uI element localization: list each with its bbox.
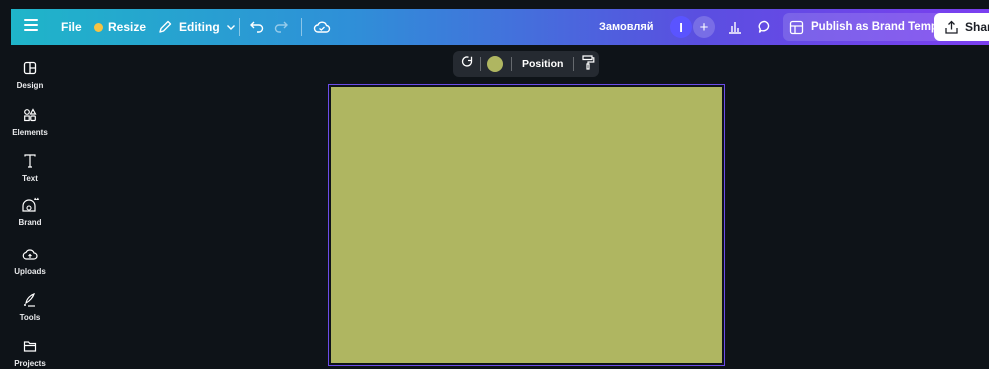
position-label: Position (522, 58, 564, 70)
sidebar-item-elements[interactable]: Elements (0, 105, 60, 137)
crown-icon (94, 22, 103, 32)
sidebar-item-projects[interactable]: Projects (0, 336, 60, 368)
sidebar-item-text[interactable]: Text (0, 151, 60, 183)
rotate-button[interactable] (460, 55, 474, 74)
element-context-toolbar: Position (453, 51, 599, 77)
text-icon (23, 151, 37, 171)
sidebar-item-design[interactable]: Design (0, 58, 60, 90)
cloud-check-icon (313, 21, 331, 33)
avatar[interactable]: I (670, 16, 692, 38)
design-canvas[interactable] (331, 87, 722, 363)
left-sidebar: Design Elements Text Brand Uploads Tools… (0, 45, 60, 369)
sidebar-item-label: Brand (18, 218, 42, 227)
file-menu-button[interactable]: File (61, 9, 82, 45)
template-icon (789, 20, 804, 34)
divider (239, 18, 240, 36)
undo-button[interactable] (249, 18, 265, 39)
project-name-label: Замовляй (599, 21, 654, 33)
sidebar-item-brand[interactable]: Brand (0, 195, 60, 227)
sidebar-item-label: Elements (12, 128, 48, 137)
divider (301, 18, 302, 36)
redo-icon (274, 21, 288, 33)
fill-color-swatch[interactable] (487, 56, 503, 72)
comment-icon (758, 20, 770, 33)
plus-icon: + (699, 18, 709, 36)
sidebar-item-tools[interactable]: Tools (0, 290, 60, 322)
share-button[interactable]: Share (934, 13, 989, 41)
avatar-initial: I (679, 19, 683, 35)
sidebar-item-uploads[interactable]: Uploads (0, 244, 60, 276)
share-icon (945, 20, 958, 34)
menu-icon[interactable] (24, 19, 38, 33)
undo-icon (250, 21, 264, 33)
divider (480, 57, 481, 71)
pencil-icon (159, 20, 172, 33)
project-name[interactable]: Замовляй (599, 9, 654, 45)
share-label: Share (965, 20, 989, 34)
design-icon (23, 58, 37, 78)
save-status-button[interactable] (313, 18, 331, 39)
chevron-down-icon (226, 25, 235, 30)
resize-label: Resize (108, 20, 147, 34)
insights-button[interactable] (724, 16, 746, 38)
resize-button[interactable]: Resize (94, 9, 146, 45)
divider (511, 57, 512, 71)
canvas-selection-frame (328, 84, 725, 366)
rotate-icon (461, 55, 473, 67)
comments-button[interactable] (754, 16, 776, 38)
editor-window: File Resize Editing Замовляй I + Publish… (0, 0, 989, 369)
editing-mode-button[interactable]: Editing (157, 9, 237, 45)
paint-roller-icon (582, 54, 595, 70)
sidebar-item-label: Projects (14, 359, 46, 368)
tools-icon (22, 290, 38, 310)
copy-style-button[interactable] (581, 54, 595, 75)
sidebar-item-label: Tools (19, 313, 41, 322)
elements-icon (23, 105, 37, 125)
editing-label: Editing (179, 20, 220, 34)
redo-button[interactable] (273, 18, 289, 39)
projects-icon (23, 336, 37, 356)
sidebar-item-label: Uploads (14, 267, 46, 276)
brand-icon (20, 195, 40, 215)
divider (573, 57, 575, 71)
bar-chart-icon (729, 22, 741, 34)
add-collaborator-button[interactable]: + (693, 16, 715, 38)
uploads-icon (22, 244, 38, 264)
sidebar-item-label: Text (22, 174, 38, 183)
sidebar-item-label: Design (16, 81, 44, 90)
top-bar: File Resize Editing Замовляй I + Publish… (11, 9, 989, 45)
file-label: File (61, 20, 82, 34)
position-button[interactable]: Position (522, 58, 563, 70)
